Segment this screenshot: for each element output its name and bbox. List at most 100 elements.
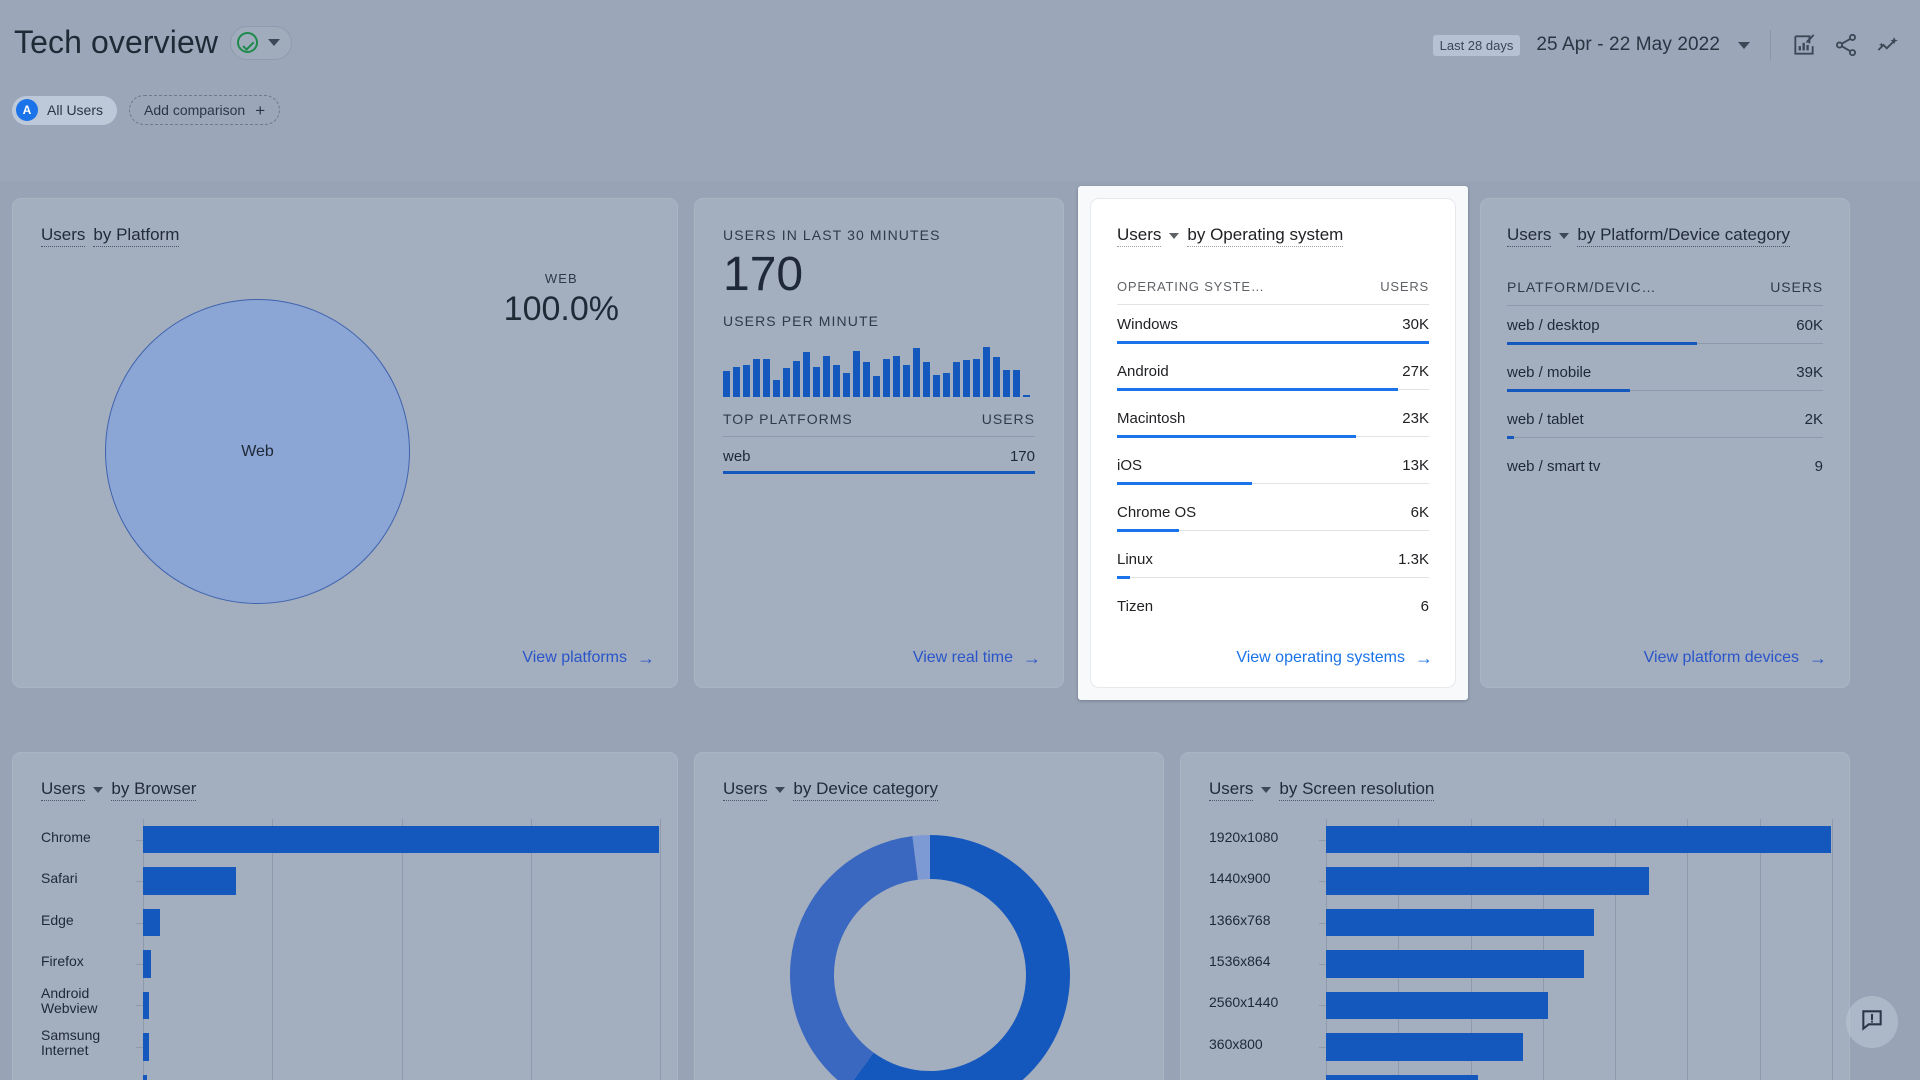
- table-row[interactable]: web 170: [723, 437, 1035, 474]
- table-row[interactable]: Android 27K: [1117, 352, 1429, 399]
- metric-selector[interactable]: Users: [1209, 779, 1253, 801]
- table-row[interactable]: web / smart tv 9: [1507, 447, 1823, 494]
- metric-selector[interactable]: Users: [1507, 225, 1551, 247]
- dimension-label[interactable]: by Browser: [111, 779, 196, 801]
- metric-selector[interactable]: Users: [723, 779, 767, 801]
- chevron-down-icon[interactable]: [775, 787, 785, 793]
- os-row-value: 30K: [1402, 316, 1429, 333]
- axis-tick: [136, 923, 143, 924]
- dimension-label[interactable]: by Platform: [93, 225, 179, 247]
- view-platform-devices-link[interactable]: View platform devices →: [1644, 649, 1827, 667]
- table-row[interactable]: web / desktop 60K: [1507, 306, 1823, 353]
- axis-tick: [1319, 840, 1326, 841]
- donut-slice[interactable]: [790, 836, 918, 1080]
- bar[interactable]: [143, 992, 149, 1019]
- insights-icon[interactable]: [1875, 32, 1902, 59]
- bar[interactable]: [1326, 950, 1584, 977]
- page-header: Tech overview A All Users Add comparison…: [0, 0, 1920, 182]
- chevron-down-icon[interactable]: [1559, 233, 1569, 239]
- comparison-chip-row: A All Users Add comparison +: [12, 95, 280, 125]
- table-row[interactable]: Windows 30K: [1117, 305, 1429, 352]
- chevron-down-icon[interactable]: [1738, 42, 1750, 49]
- pd-row-value: 60K: [1796, 317, 1823, 334]
- platform-venn-label: Web: [241, 443, 274, 461]
- bar-category-label: Edge: [41, 913, 131, 928]
- date-range-value[interactable]: 25 Apr - 22 May 2022: [1536, 34, 1720, 56]
- audience-chip-label: All Users: [47, 102, 103, 118]
- dimension-label[interactable]: by Operating system: [1187, 225, 1343, 247]
- screen-resolution-bar-chart[interactable]: 1920x10801440x9001366x7681536x8642560x14…: [1181, 819, 1851, 1080]
- donut-svg: [780, 825, 1080, 1080]
- metric-selector[interactable]: Users: [41, 225, 85, 247]
- os-row-value: 6K: [1411, 504, 1429, 521]
- table-row[interactable]: Tizen 6: [1117, 587, 1429, 634]
- sparkline-bar: [763, 359, 770, 397]
- bar-category-label: Safari: [41, 871, 131, 886]
- view-operating-systems-link[interactable]: View operating systems →: [1236, 649, 1433, 667]
- table-row[interactable]: Chrome OS 6K: [1117, 493, 1429, 540]
- sparkline-bar: [803, 352, 810, 397]
- browser-bar-chart[interactable]: ChromeSafariEdgeFirefoxAndroid WebviewSa…: [13, 819, 679, 1080]
- edit-chart-icon[interactable]: [1791, 32, 1817, 58]
- table-row[interactable]: web / tablet 2K: [1507, 400, 1823, 447]
- bar[interactable]: [143, 826, 659, 853]
- metric-selector[interactable]: Users: [1117, 225, 1161, 247]
- bar[interactable]: [143, 867, 236, 894]
- bar[interactable]: [1326, 867, 1649, 894]
- dimension-label[interactable]: by Platform/Device category: [1577, 225, 1790, 247]
- share-icon[interactable]: [1833, 32, 1859, 58]
- bar[interactable]: [1326, 826, 1831, 853]
- platform-venn-circle[interactable]: Web: [105, 299, 410, 604]
- audience-chip-all-users[interactable]: A All Users: [12, 96, 117, 125]
- device-category-donut-chart[interactable]: [780, 825, 1080, 1080]
- plus-icon: +: [255, 102, 265, 119]
- bar[interactable]: [1326, 909, 1594, 936]
- bar[interactable]: [143, 1033, 149, 1060]
- bar[interactable]: [1326, 992, 1548, 1019]
- sparkline-bar: [963, 360, 970, 397]
- dimension-label[interactable]: by Device category: [793, 779, 938, 801]
- chevron-down-icon[interactable]: [1169, 233, 1179, 239]
- sparkline-bar: [733, 367, 740, 397]
- bar-category-label: Firefox: [41, 954, 131, 969]
- pd-row-name: web / smart tv: [1507, 458, 1600, 475]
- sparkline-bar: [843, 373, 850, 396]
- axis-tick: [136, 964, 143, 965]
- card-users-by-operating-system: Users by Operating system OPERATING SYST…: [1090, 198, 1456, 688]
- axis-tick: [1319, 1047, 1326, 1048]
- os-row-name: Linux: [1117, 551, 1153, 568]
- bar[interactable]: [1326, 1075, 1478, 1080]
- bar[interactable]: [143, 909, 160, 936]
- feedback-button[interactable]: [1846, 996, 1898, 1048]
- axis-tick: [136, 1005, 143, 1006]
- metric-selector[interactable]: Users: [41, 779, 85, 801]
- sparkline-bar: [1013, 370, 1020, 397]
- arrow-right-icon: →: [1023, 649, 1041, 667]
- add-comparison-button[interactable]: Add comparison +: [129, 95, 280, 125]
- bar[interactable]: [143, 1075, 147, 1080]
- card-title-users-by-browser: Users by Browser: [41, 779, 196, 801]
- table-row[interactable]: iOS 13K: [1117, 446, 1429, 493]
- col-users: USERS: [982, 411, 1035, 427]
- table-row[interactable]: web / mobile 39K: [1507, 353, 1823, 400]
- os-row-value: 23K: [1402, 410, 1429, 427]
- bar[interactable]: [1326, 1033, 1523, 1060]
- report-status-dropdown[interactable]: [230, 26, 292, 60]
- table-row[interactable]: Linux 1.3K: [1117, 540, 1429, 587]
- chevron-down-icon: [268, 39, 280, 46]
- sparkline-bar: [883, 359, 890, 397]
- chevron-down-icon[interactable]: [93, 787, 103, 793]
- bar[interactable]: [143, 950, 151, 977]
- card-users-by-screen-resolution: Users by Screen resolution 1920x10801440…: [1180, 752, 1850, 1080]
- divider: [1770, 30, 1771, 60]
- view-real-time-link[interactable]: View real time →: [913, 649, 1041, 667]
- bar-category-label: 1440x900: [1209, 871, 1314, 886]
- table-row[interactable]: Macintosh 23K: [1117, 399, 1429, 446]
- view-platforms-link[interactable]: View platforms →: [522, 649, 655, 667]
- feedback-icon: [1859, 1007, 1885, 1038]
- sparkline-bar: [853, 351, 860, 397]
- sparkline-bar: [813, 367, 820, 397]
- dimension-label[interactable]: by Screen resolution: [1279, 779, 1434, 801]
- pd-row-name: web / mobile: [1507, 364, 1591, 381]
- chevron-down-icon[interactable]: [1261, 787, 1271, 793]
